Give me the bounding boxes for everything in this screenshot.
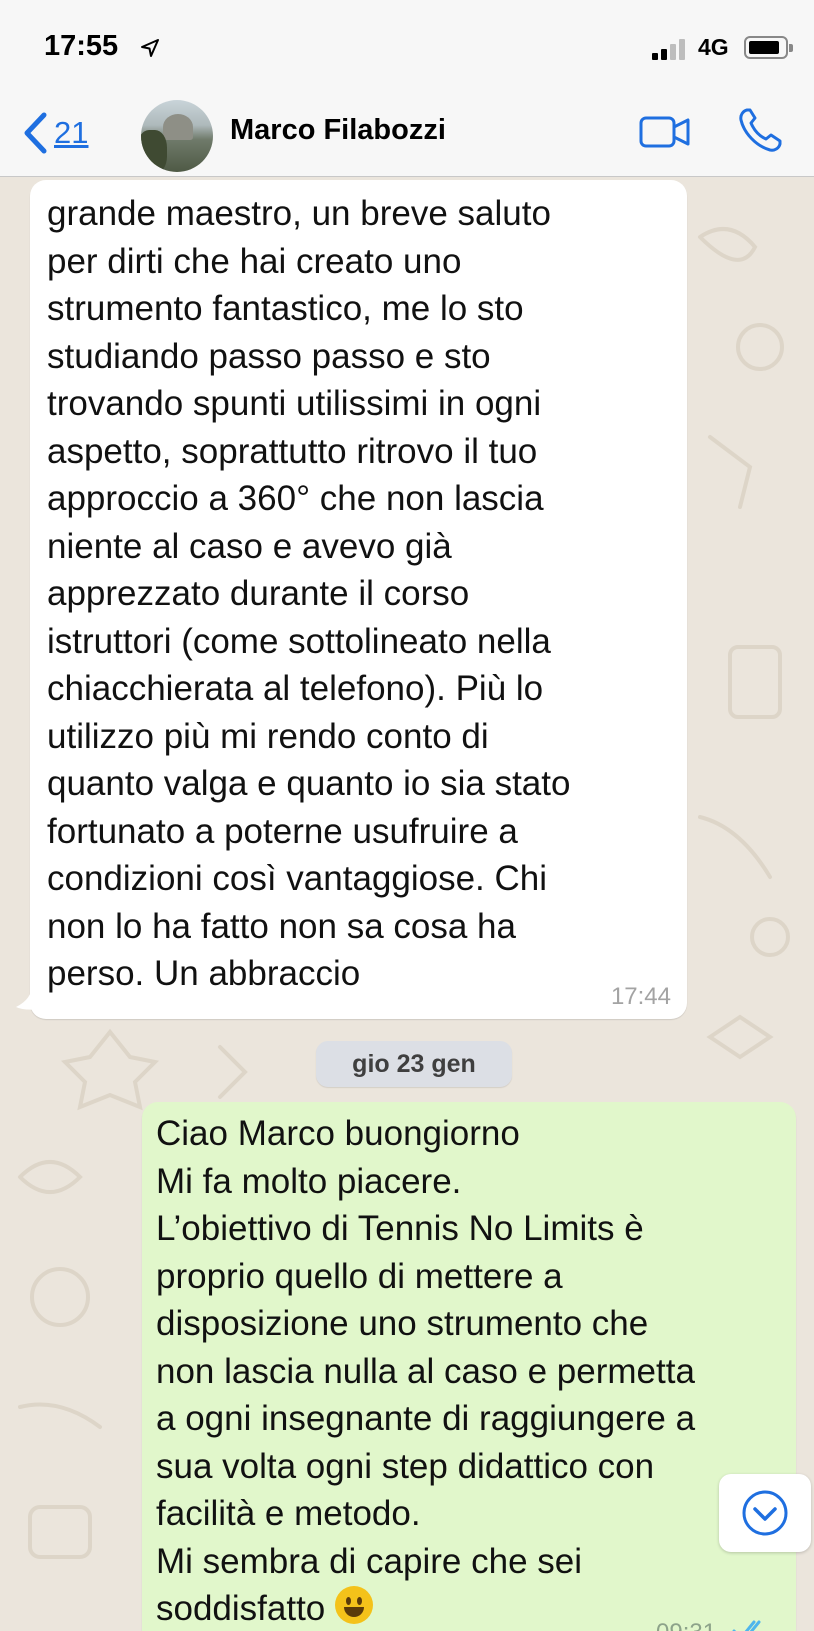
back-button[interactable]: 21 [22, 110, 88, 156]
message-text: Ciao Marco buongiorno Mi fa molto piacer… [156, 1114, 696, 1628]
message-timestamp: 17:44 [610, 983, 671, 1010]
message-text: grande maestro, un breve saluto per dirt… [47, 194, 571, 993]
chevron-left-icon [24, 112, 47, 154]
location-arrow-icon [141, 39, 159, 57]
outgoing-message[interactable]: Ciao Marco buongiorno Mi fa molto piacer… [142, 1102, 796, 1631]
incoming-message[interactable]: grande maestro, un breve saluto per dirt… [30, 180, 687, 1019]
signal-strength-icon [652, 38, 688, 60]
double-check-icon [732, 1620, 761, 1631]
status-time: 17:55 [44, 30, 119, 62]
grinning-face-emoji [335, 1586, 374, 1624]
status-bar: 17:55 4G [0, 0, 814, 90]
incoming-bubble-tail [16, 985, 42, 1010]
battery-icon [744, 36, 793, 59]
phone-icon[interactable] [738, 106, 784, 154]
scroll-to-bottom-button[interactable] [719, 1474, 811, 1552]
message-timestamp: 09:31 [656, 1621, 716, 1631]
avatar[interactable] [141, 100, 213, 172]
contact-name[interactable]: Marco Filabozzi [230, 114, 446, 147]
video-camera-icon[interactable] [638, 112, 692, 152]
chat-area[interactable]: grande maestro, un breve saluto per dirt… [0, 177, 814, 1631]
unread-count: 21 [54, 115, 89, 150]
date-separator: gio 23 gen [316, 1041, 512, 1087]
chat-header: 21 Marco Filabozzi [0, 90, 814, 177]
chevron-down-circle-icon [742, 1490, 788, 1536]
network-type: 4G [698, 34, 729, 60]
